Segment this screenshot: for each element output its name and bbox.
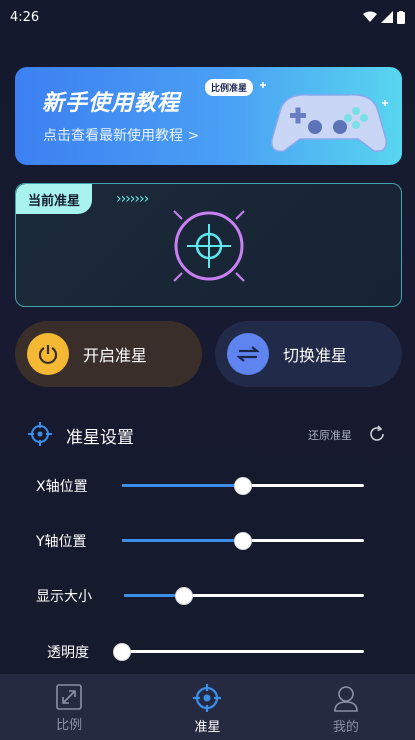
slider-track[interactable] [122, 477, 364, 495]
crosshair-settings-header: 准星设置 还原准星 [28, 420, 388, 448]
slider-thumb[interactable] [113, 643, 131, 661]
slider-track[interactable] [124, 587, 364, 605]
tab-mine[interactable]: 我的 [277, 674, 415, 740]
restore-crosshair-button[interactable]: 还原准星 [308, 427, 352, 443]
signal-icon [381, 11, 393, 23]
power-icon [27, 333, 69, 375]
switch-icon [227, 333, 269, 375]
slider-label: 显示大小 [36, 589, 92, 605]
tab-label: 我的 [332, 720, 359, 735]
start-crosshair-button[interactable]: 开启准星 [15, 321, 202, 387]
banner-badge: 比例准星 [205, 79, 254, 96]
tab-label: 准星 [194, 720, 221, 735]
slider-label: 透明度 [47, 645, 89, 661]
x-position-slider[interactable]: X轴位置 [0, 470, 415, 500]
tutorial-banner[interactable]: 新手使用教程 点击查看最新使用教程 > 比例准星 [15, 67, 402, 165]
opacity-slider[interactable]: 透明度 [0, 636, 415, 666]
slider-fill [122, 539, 243, 542]
slider-fill [122, 484, 243, 487]
battery-icon [397, 10, 405, 24]
banner-title: 新手使用教程 [42, 91, 181, 116]
tab-ratio[interactable]: 比例 [0, 674, 138, 740]
slider-thumb[interactable] [234, 477, 252, 495]
crosshair-preview-icon [173, 210, 245, 282]
slider-track[interactable] [113, 643, 364, 661]
y-position-slider[interactable]: Y轴位置 [0, 525, 415, 555]
refresh-icon[interactable] [367, 424, 387, 444]
wifi-icon [363, 11, 377, 22]
current-crosshair-card: 当前准星 ››››››› [15, 183, 402, 307]
slider-label: Y轴位置 [36, 534, 87, 550]
status-icons [363, 10, 405, 24]
crosshair-icon [193, 684, 222, 712]
start-crosshair-label: 开启准星 [83, 346, 148, 365]
target-icon [28, 422, 52, 446]
status-bar: 4:26 [0, 0, 415, 34]
display-size-slider[interactable]: 显示大小 [0, 580, 415, 610]
switch-crosshair-label: 切换准星 [283, 346, 348, 365]
switch-crosshair-button[interactable]: 切换准星 [215, 321, 402, 387]
banner-subtitle: 点击查看最新使用教程 > [43, 128, 200, 144]
chevron-decoration: ››››››› [116, 191, 149, 207]
slider-thumb[interactable] [175, 587, 193, 605]
settings-title: 准星设置 [66, 428, 134, 448]
resize-icon [56, 684, 82, 710]
tab-crosshair[interactable]: 准星 [138, 674, 276, 740]
gamepad-icon [260, 82, 388, 152]
current-crosshair-tag: 当前准星 [16, 184, 93, 214]
slider-track[interactable] [122, 532, 364, 550]
tab-label: 比例 [56, 718, 83, 733]
slider-label: X轴位置 [36, 479, 88, 495]
slider-thumb[interactable] [234, 532, 252, 550]
user-icon [334, 686, 358, 712]
bottom-tab-bar: 比例 准星 我的 [0, 674, 415, 740]
status-time: 4:26 [10, 9, 40, 25]
